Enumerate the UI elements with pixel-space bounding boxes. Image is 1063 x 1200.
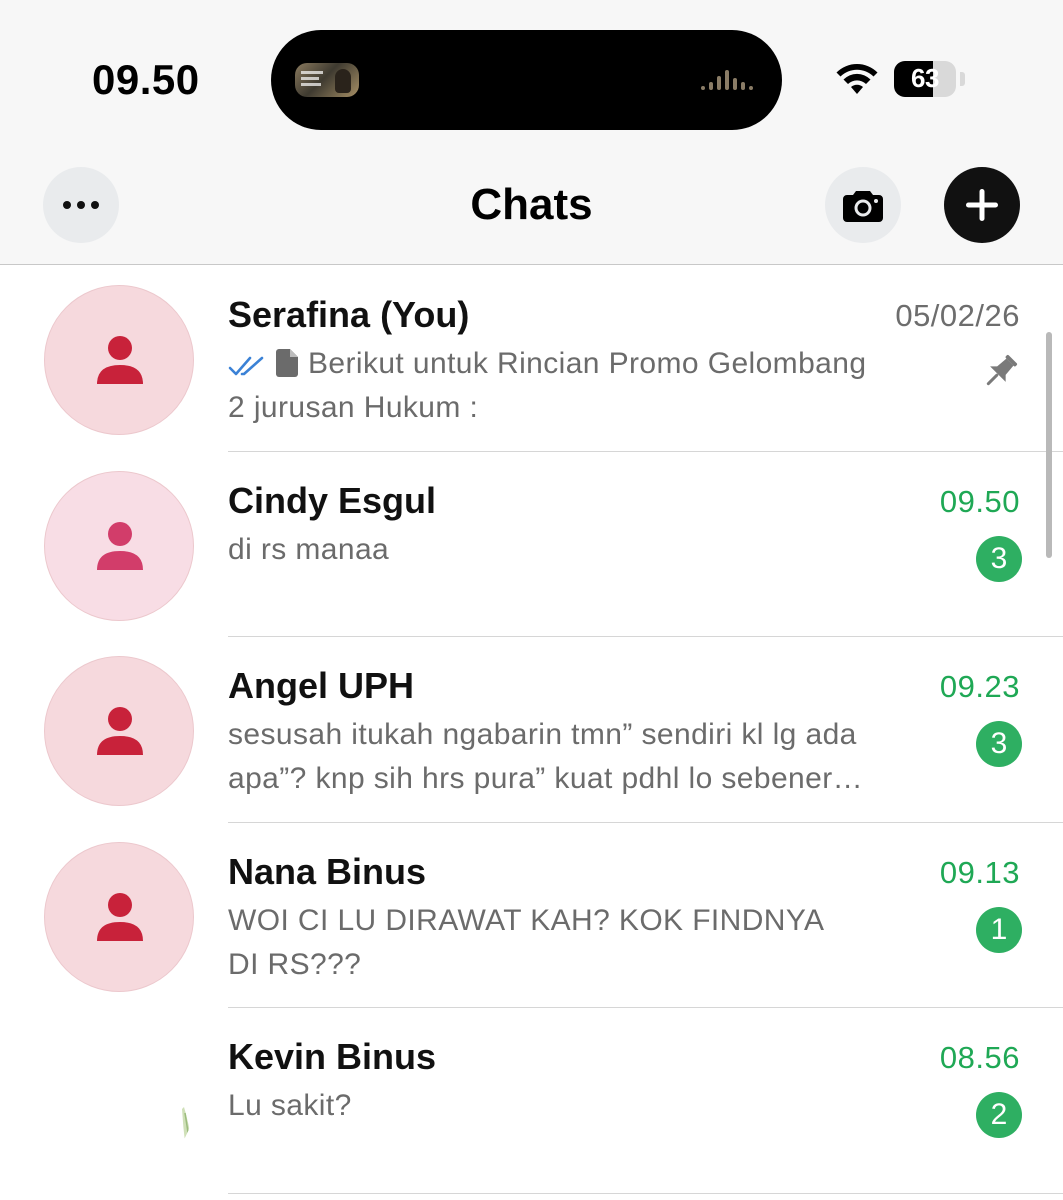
plus-icon xyxy=(966,189,998,221)
chat-preview-line1: WOI CI LU DIRAWAT KAH? KOK FINDNYA xyxy=(228,903,825,937)
battery-tip xyxy=(960,72,965,86)
chat-row-serafina[interactable]: Serafina (You) 05/02/26 Berikut untuk Ri… xyxy=(0,266,1063,452)
chat-row-cindy[interactable]: Cindy Esgul 09.50 di rs manaa 3 xyxy=(0,452,1063,637)
chat-preview: Berikut untuk Rincian Promo Gelombang 2 … xyxy=(228,342,933,430)
chat-preview-line2: 2 jurusan Hukum : xyxy=(228,391,479,424)
unread-badge: 3 xyxy=(976,721,1022,767)
chat-name: Angel UPH xyxy=(228,665,415,706)
unread-badge: 2 xyxy=(976,1092,1022,1138)
chat-preview-line1: di rs manaa xyxy=(228,532,390,566)
dynamic-island[interactable] xyxy=(271,30,782,130)
chat-name: Serafina (You) xyxy=(228,294,470,335)
avatar-photo[interactable] xyxy=(44,1027,194,1177)
person-icon xyxy=(97,707,143,755)
chat-preview-line1: Berikut untuk Rincian Promo Gelombang xyxy=(308,347,867,380)
chat-row-nana[interactable]: Nana Binus 09.13 WOI CI LU DIRAWAT KAH? … xyxy=(0,823,1063,1008)
chat-preview: Lu sakit? xyxy=(228,1084,933,1128)
avatar[interactable] xyxy=(44,656,194,806)
battery-icon: 63 xyxy=(894,61,956,97)
chat-preview-line2: DI RS??? xyxy=(228,947,362,981)
row-separator xyxy=(228,1192,1063,1194)
page-title: Chats xyxy=(470,180,593,229)
chat-time: 09.13 xyxy=(939,854,1020,890)
chat-row-kevin[interactable]: Kevin Binus 08.56 Lu sakit? 2 xyxy=(0,1008,1063,1194)
chat-name: Kevin Binus xyxy=(228,1036,437,1077)
unread-badge: 1 xyxy=(976,906,1022,953)
status-bar: 09.50 63 xyxy=(0,0,1063,140)
avatar[interactable] xyxy=(44,470,194,621)
now-playing-thumbnail xyxy=(295,63,359,97)
pin-icon xyxy=(986,354,1018,386)
document-icon xyxy=(276,349,298,377)
person-icon xyxy=(97,521,143,570)
chat-time: 08.56 xyxy=(939,1040,1020,1075)
chat-preview: WOI CI LU DIRAWAT KAH? KOK FINDNYA DI RS… xyxy=(228,899,933,987)
chat-name: Cindy Esgul xyxy=(228,479,437,521)
camera-icon xyxy=(843,191,883,222)
chat-name: Nana Binus xyxy=(228,850,427,892)
camera-button[interactable] xyxy=(825,167,901,243)
avatar[interactable] xyxy=(44,841,194,992)
chat-preview: di rs manaa xyxy=(228,528,933,572)
new-chat-button[interactable] xyxy=(944,167,1020,243)
chat-row-angel[interactable]: Angel UPH 09.23 sesusah itukah ngabarin … xyxy=(0,637,1063,823)
chat-time: 05/02/26 xyxy=(895,298,1020,333)
leaf-photo-icon xyxy=(182,1107,194,1177)
person-icon xyxy=(97,892,143,941)
unread-badge: 3 xyxy=(976,535,1022,582)
chat-preview-line2: apa”? knp sih hrs pura” kuat pdhl lo seb… xyxy=(228,762,864,795)
chat-list: Serafina (You) 05/02/26 Berikut untuk Ri… xyxy=(0,266,1063,1194)
chats-header: Chats xyxy=(0,140,1063,265)
status-time: 09.50 xyxy=(92,56,200,103)
chat-preview-line1: Lu sakit? xyxy=(228,1089,352,1122)
avatar[interactable] xyxy=(44,285,194,435)
wifi-icon xyxy=(836,64,878,94)
chat-time: 09.50 xyxy=(939,483,1020,519)
read-ticks-icon xyxy=(228,356,264,376)
battery-percent: 63 xyxy=(911,63,939,93)
chat-time: 09.23 xyxy=(939,669,1020,704)
scrollbar[interactable] xyxy=(1046,332,1052,558)
chat-preview: sesusah itukah ngabarin tmn” sendiri kl … xyxy=(228,713,933,801)
audio-waveform-icon xyxy=(701,70,761,90)
chat-preview-line1: sesusah itukah ngabarin tmn” sendiri kl … xyxy=(228,718,857,751)
person-icon xyxy=(97,336,143,384)
